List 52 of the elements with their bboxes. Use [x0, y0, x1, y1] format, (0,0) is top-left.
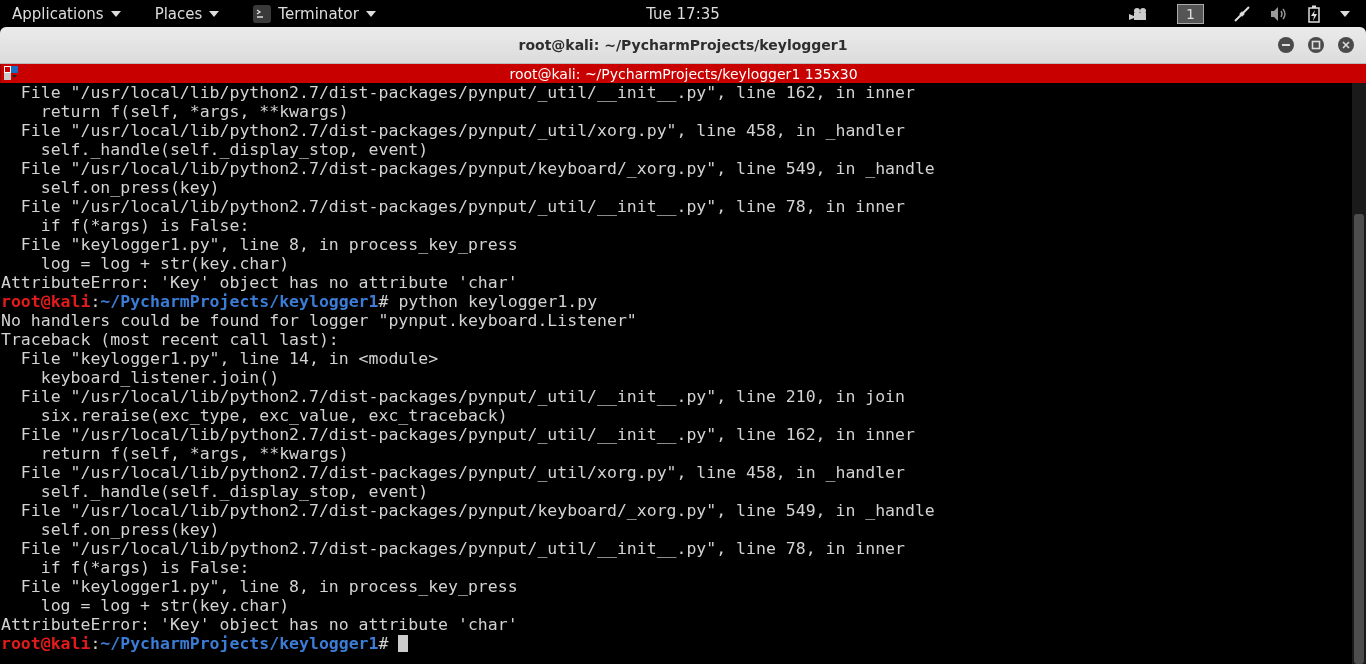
panel-menu[interactable]: Terminator	[245, 4, 384, 23]
caret-icon[interactable]	[1340, 10, 1350, 17]
prompt-line: root@kali:~/PycharmProjects/keylogger1#	[1, 634, 389, 653]
output-line: self.on_press(key)	[39, 520, 220, 539]
output-line: six.reraise(exc_type, exc_value, exc_traceback)	[39, 406, 508, 425]
output-line: log = log + str(key.char)	[39, 254, 290, 273]
maximize-button[interactable]	[1308, 37, 1324, 53]
output-line: File "/usr/local/lib/python2.7/dist-packages/pynput/_util/__init__.py", line 78, in inner	[19, 539, 905, 558]
output-line: if f(*args) is False:	[39, 558, 250, 577]
caret-icon	[365, 10, 376, 17]
volume-icon[interactable]	[1270, 5, 1288, 22]
output-line: File "/usr/local/lib/python2.7/dist-packages/pynput/_util/__init__.py", line 210, in join	[19, 387, 905, 406]
scrollbar[interactable]	[1352, 83, 1366, 664]
output-line: log = log + str(key.char)	[39, 596, 290, 615]
output-line: self.on_press(key)	[39, 178, 220, 197]
clock[interactable]: Tue 17:35	[646, 4, 720, 23]
terminal-icon	[253, 4, 272, 23]
layout-grid-icon[interactable]	[4, 66, 18, 80]
battery-icon[interactable]	[1308, 4, 1320, 23]
output-line: if f(*args) is False:	[39, 216, 250, 235]
output-line: File "keylogger1.py", line 8, in process_key_press	[19, 235, 518, 254]
caret-icon	[110, 10, 121, 17]
caret-icon	[209, 10, 220, 17]
video-camera-icon[interactable]	[1129, 7, 1148, 20]
prompt-line: root@kali:~/PycharmProjects/keylogger1# python keylogger1.py	[1, 292, 598, 311]
output-line: No handlers could be found for logger "pynput.keyboard.Listener"	[1, 311, 637, 330]
output-line: File "/usr/local/lib/python2.7/dist-packages/pynput/_util/__init__.py", line 162, in inner	[19, 83, 915, 102]
close-button[interactable]	[1338, 37, 1354, 53]
minimize-button[interactable]	[1278, 37, 1294, 53]
terminal-title: root@kali: ~/PycharmProjects/keylogger1 135x30	[509, 65, 858, 82]
output-line: self._handle(self._display_stop, event)	[39, 482, 429, 501]
output-line: File "/usr/local/lib/python2.7/dist-packages/pynput/keyboard/_xorg.py", line 549, in _handle	[19, 501, 935, 520]
output-line: File "/usr/local/lib/python2.7/dist-packages/pynput/_util/xorg.py", line 458, in _handler	[19, 121, 905, 140]
wired-network-icon[interactable]	[1234, 5, 1250, 22]
output-line: self._handle(self._display_stop, event)	[39, 140, 429, 159]
window-title: root@kali: ~/PycharmProjects/keylogger1	[518, 37, 848, 53]
scrollbar-thumb[interactable]	[1354, 214, 1364, 664]
output-line: File "/usr/local/lib/python2.7/dist-packages/pynput/_util/__init__.py", line 162, in inner	[19, 425, 915, 444]
output-line: AttributeError: 'Key' object has no attribute 'char'	[1, 273, 518, 292]
workspace-indicator[interactable]: 1	[1177, 3, 1204, 24]
output-line: return f(self, *args, **kwargs)	[39, 102, 349, 121]
output-line: Traceback (most recent call last):	[1, 330, 339, 349]
output-line: keyboard_listener.join()	[39, 368, 280, 387]
panel-menu[interactable]: Places	[146, 4, 228, 23]
output-line: return f(self, *args, **kwargs)	[39, 444, 349, 463]
output-line: File "keylogger1.py", line 14, in <module>	[19, 349, 439, 368]
output-line: AttributeError: 'Key' object has no attribute 'char'	[1, 615, 518, 634]
output-line: File "/usr/local/lib/python2.7/dist-packages/pynput/keyboard/_xorg.py", line 549, in _handle	[19, 159, 935, 178]
output-line: File "keylogger1.py", line 8, in process_key_press	[19, 577, 518, 596]
panel-menu[interactable]: Applications	[4, 4, 129, 23]
output-line: File "/usr/local/lib/python2.7/dist-packages/pynput/_util/__init__.py", line 78, in inner	[19, 197, 905, 216]
output-line: File "/usr/local/lib/python2.7/dist-packages/pynput/_util/xorg.py", line 458, in _handler	[19, 463, 905, 482]
